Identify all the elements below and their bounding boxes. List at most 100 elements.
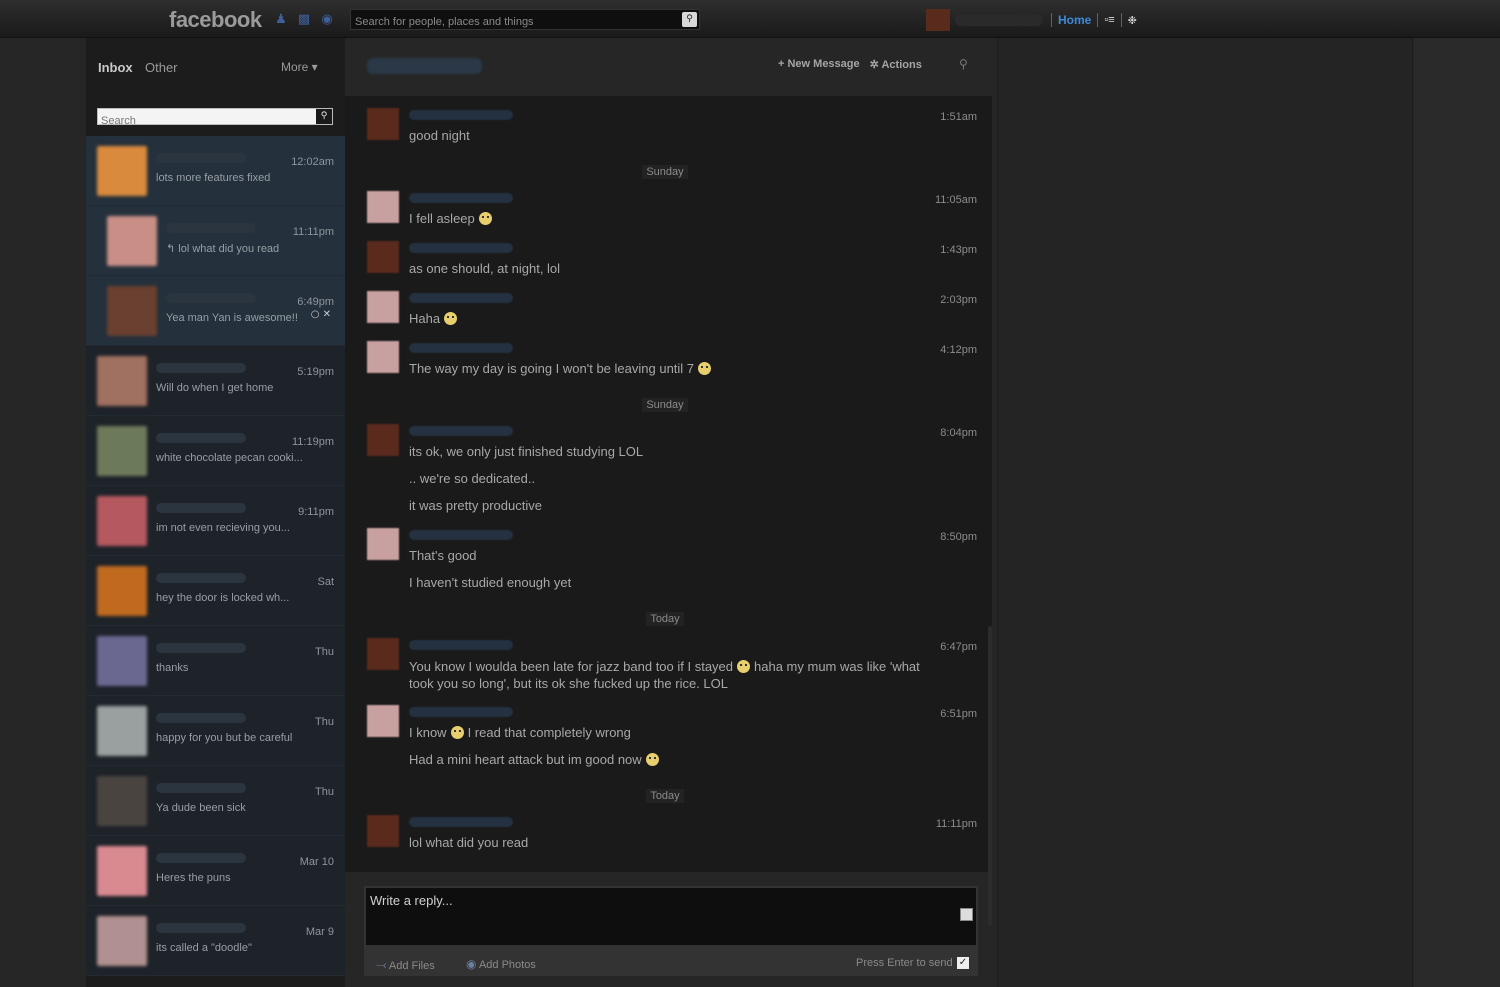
message-sender-name[interactable] xyxy=(409,817,513,827)
avatar xyxy=(97,776,147,826)
thread-time: 11:19pm xyxy=(292,436,334,448)
thread-row[interactable]: Mar 10 Heres the puns xyxy=(86,836,345,906)
thread-row[interactable]: 5:19pm Will do when I get home xyxy=(86,346,345,416)
thread-row[interactable]: Mar 9 its called a "doodle" xyxy=(86,906,345,976)
inbox-search-input[interactable] xyxy=(98,113,308,129)
new-message-button[interactable]: + New Message xyxy=(778,58,860,71)
avatar[interactable] xyxy=(367,705,399,737)
smiley-icon xyxy=(737,660,751,673)
avatar xyxy=(97,566,147,616)
avatar xyxy=(97,496,147,546)
message-sender-name[interactable] xyxy=(409,640,513,650)
thread-time: Mar 10 xyxy=(299,856,334,868)
search-icon[interactable]: ⚲ xyxy=(682,12,697,27)
tab-other[interactable]: Other xyxy=(145,60,178,75)
thread-snippet: its called a "doodle" xyxy=(156,942,252,954)
thread-row[interactable]: 12:02am lots more features fixed xyxy=(86,136,345,206)
messages-icon[interactable]: ▩ xyxy=(295,12,313,28)
close-icon[interactable]: ✕ xyxy=(323,309,331,320)
privacy-shortcuts-icon[interactable]: ▫≡ xyxy=(1104,14,1114,26)
thread-sender-name xyxy=(156,713,246,723)
avatar[interactable] xyxy=(367,638,399,670)
press-enter-checkbox[interactable]: ✓ xyxy=(957,957,969,969)
date-divider-label: Today xyxy=(646,612,684,626)
thread-sender-name xyxy=(156,643,246,653)
home-link[interactable]: Home xyxy=(1058,13,1091,27)
message-time: 6:51pm xyxy=(940,708,977,720)
message-text-part: lol what did you read xyxy=(409,835,529,850)
date-divider: Today xyxy=(345,784,985,803)
message-sender-name[interactable] xyxy=(409,343,513,353)
avatar[interactable] xyxy=(367,341,399,373)
global-search: ⚲ xyxy=(350,9,700,32)
date-divider: Sunday xyxy=(345,393,985,412)
thread-sender-name xyxy=(156,923,246,933)
avatar[interactable] xyxy=(367,108,399,140)
thread-row[interactable]: Thu happy for you but be careful xyxy=(86,696,345,766)
message-sender-name[interactable] xyxy=(409,243,513,253)
emoticon-icon[interactable] xyxy=(960,908,973,921)
tab-inbox[interactable]: Inbox xyxy=(98,60,133,75)
avatar[interactable] xyxy=(367,424,399,456)
search-conversation-icon[interactable]: ⚲ xyxy=(959,57,968,71)
conversation-title[interactable] xyxy=(367,58,482,74)
thread-row[interactable]: 9:11pm im not even recieving you... xyxy=(86,486,345,556)
camera-icon: ◉ xyxy=(466,957,477,971)
add-photos-label: Add Photos xyxy=(478,959,536,971)
message-sender-name[interactable] xyxy=(409,193,513,203)
add-files-button[interactable]: ⤙ Add Files xyxy=(376,957,435,973)
avatar[interactable] xyxy=(367,291,399,323)
message-time: 11:05am xyxy=(935,194,977,206)
message-time: 8:04pm xyxy=(940,427,977,439)
message-time: 6:47pm xyxy=(940,641,977,653)
thread-row[interactable]: Sat hey the door is locked wh... xyxy=(86,556,345,626)
thread-row[interactable]: Thu thanks xyxy=(86,626,345,696)
thread-row[interactable]: 6:49pm Yea man Yan is awesome!! ○ ✕ xyxy=(86,276,345,346)
message-sender-name[interactable] xyxy=(409,426,513,436)
date-divider: Sunday xyxy=(345,160,985,179)
scrollbar[interactable] xyxy=(988,626,992,926)
thread-time: 6:49pm xyxy=(297,296,334,308)
reply-input[interactable] xyxy=(366,888,976,945)
global-search-input[interactable] xyxy=(351,12,671,32)
avatar[interactable] xyxy=(367,815,399,847)
thread-time: 5:19pm xyxy=(297,366,334,378)
more-dropdown[interactable]: More ▾ xyxy=(281,60,318,74)
facebook-logo[interactable]: facebook xyxy=(169,7,262,33)
actions-button[interactable]: ✲ Actions xyxy=(870,58,922,71)
avatar xyxy=(97,356,147,406)
avatar[interactable] xyxy=(367,241,399,273)
avatar[interactable] xyxy=(367,191,399,223)
friend-requests-icon[interactable]: ♟ xyxy=(272,12,290,28)
thread-snippet: ↰ lol what did you read xyxy=(166,243,280,255)
message-text: I haven't studied enough yet xyxy=(409,575,571,590)
message-text: good night xyxy=(409,128,470,143)
message-list: 1:51am good night 11:05am I fell asleep 1:43… xyxy=(345,96,992,926)
add-photos-button[interactable]: ◉ Add Photos xyxy=(466,957,536,971)
thread-row[interactable]: 11:19pm white chocolate pecan cooki... xyxy=(86,416,345,486)
thread-time: 9:11pm xyxy=(298,506,334,518)
thread-row[interactable]: 11:11pm ↰ lol what did you read xyxy=(86,206,345,276)
message-text-part: I fell asleep xyxy=(409,211,475,226)
notifications-globe-icon[interactable]: ◉ xyxy=(318,12,336,28)
message-text-part: Had a mini heart attack but im good now xyxy=(409,752,642,767)
message-sender-name[interactable] xyxy=(409,707,513,717)
mark-read-icon[interactable]: ○ xyxy=(311,309,320,320)
message-text-part: That's good xyxy=(409,548,477,563)
thread-snippet: white chocolate pecan cooki... xyxy=(156,452,303,464)
profile-name-link[interactable] xyxy=(955,14,1043,26)
message-text-part: as one should, at night, lol xyxy=(409,261,561,276)
thread-row[interactable]: Thu Ya dude been sick xyxy=(86,766,345,836)
profile-avatar[interactable] xyxy=(926,9,950,31)
message-sender-name[interactable] xyxy=(409,293,513,303)
conversation-actions: + New Message ✲ Actions xyxy=(778,58,922,71)
search-icon[interactable]: ⚲ xyxy=(316,109,332,124)
thread-sender-name xyxy=(156,153,246,163)
message-sender-name[interactable] xyxy=(409,110,513,120)
message-text-part: I haven't studied enough yet xyxy=(409,575,572,590)
avatar xyxy=(107,216,157,266)
gear-icon[interactable]: ❉ xyxy=(1128,14,1137,27)
message-text-part: .. we're so dedicated.. xyxy=(409,471,536,486)
avatar[interactable] xyxy=(367,528,399,560)
message-sender-name[interactable] xyxy=(409,530,513,540)
